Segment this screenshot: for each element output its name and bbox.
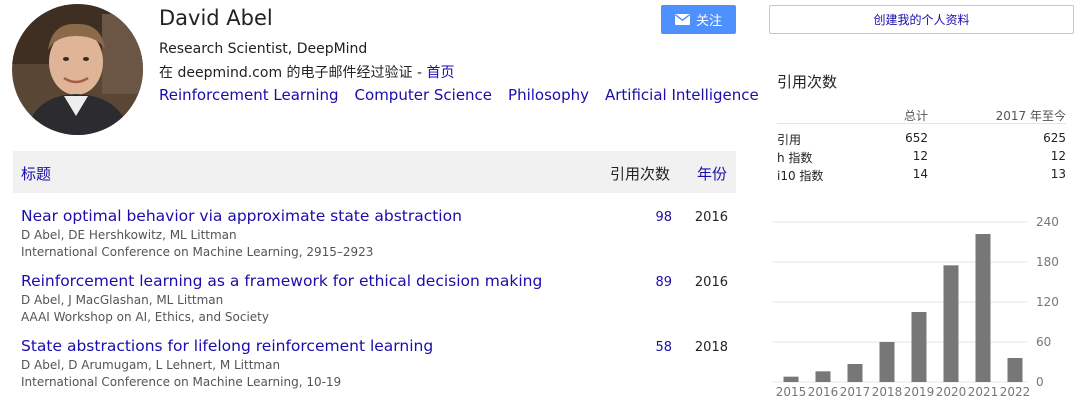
profile-affiliation: Research Scientist, DeepMind: [159, 41, 368, 57]
stats-since-value: 13: [1050, 167, 1066, 181]
table-row: Near optimal behavior via approximate st…: [21, 207, 736, 267]
follow-label: 关注: [695, 14, 722, 29]
stats-all-value: 14: [912, 167, 928, 181]
paper-year: 2016: [694, 275, 728, 290]
x-tick-label: 2019: [904, 385, 935, 399]
paper-authors: D Abel, J MacGlashan, ML Littman: [21, 293, 224, 307]
cited-by-column-header[interactable]: 引用次数: [610, 163, 670, 184]
x-tick-label: 2018: [872, 385, 903, 399]
chart-bar[interactable]: [911, 312, 927, 382]
x-tick-label: 2017: [840, 385, 871, 399]
x-tick-label: 2022: [1000, 385, 1031, 399]
chart-bar[interactable]: [815, 371, 831, 382]
email-verified-text: 在 deepmind.com 的电子邮件经过验证 -: [159, 65, 427, 81]
articles-table-header: 标题 引用次数 年份: [13, 151, 736, 193]
chart-bar[interactable]: [847, 364, 863, 382]
y-tick-label: 120: [1036, 295, 1059, 309]
research-interests: Reinforcement Learning Computer Science …: [159, 86, 759, 104]
chart-bar[interactable]: [1007, 358, 1023, 382]
profile-name: David Abel: [159, 6, 273, 30]
stats-label[interactable]: i10 指数: [777, 167, 823, 184]
paper-venue: International Conference on Machine Lear…: [21, 375, 342, 389]
interest-link[interactable]: Artificial Intelligence: [605, 86, 759, 104]
chart-bar[interactable]: [975, 234, 991, 382]
y-tick-label: 180: [1036, 255, 1059, 269]
paper-cited-count[interactable]: 98: [655, 210, 672, 225]
follow-button[interactable]: 关注: [661, 5, 736, 34]
y-tick-label: 0: [1036, 375, 1044, 389]
cited-by-title: 引用次数: [777, 73, 838, 91]
paper-venue: AAAI Workshop on AI, Ethics, and Society: [21, 310, 269, 324]
paper-cited-count[interactable]: 58: [655, 340, 672, 355]
chart-canvas: 0 60 120 180 240 2015 2016 2017 2018 2019 2020 2021…: [772, 215, 1059, 399]
stats-row-citations: 引用 652 625: [777, 128, 1066, 147]
sort-by-title[interactable]: 标题: [21, 163, 51, 184]
table-row: Reinforcement learning as a framework fo…: [21, 272, 736, 332]
paper-cited-count[interactable]: 89: [655, 275, 672, 290]
stats-header-row: 总计 2017 年至今: [777, 104, 1066, 124]
paper-title-link[interactable]: State abstractions for lifelong reinforc…: [21, 337, 433, 355]
chart-bar[interactable]: [943, 265, 959, 382]
stats-all-value: 652: [905, 131, 928, 145]
sort-by-year[interactable]: 年份: [697, 163, 727, 184]
paper-title-link[interactable]: Reinforcement learning as a framework fo…: [21, 272, 542, 290]
x-tick-label: 2015: [776, 385, 807, 399]
paper-authors: D Abel, DE Hershkowitz, ML Littman: [21, 228, 237, 242]
stats-col-all: 总计: [903, 109, 928, 123]
x-tick-label: 2020: [936, 385, 967, 399]
citations-per-year-chart: 0 60 120 180 240 2015 2016 2017 2018 2019 2020 2021…: [770, 208, 1080, 401]
y-tick-label: 60: [1036, 335, 1051, 349]
chart-bar[interactable]: [879, 342, 895, 382]
homepage-link[interactable]: 首页: [427, 65, 455, 81]
x-tick-label: 2021: [968, 385, 999, 399]
y-tick-label: 240: [1036, 215, 1059, 229]
paper-year: 2016: [694, 210, 728, 225]
stats-since-value: 12: [1050, 149, 1066, 163]
stats-since-value: 625: [1043, 131, 1066, 145]
stats-all-value: 12: [912, 149, 928, 163]
avatar: [12, 4, 143, 135]
citation-stats-table: 总计 2017 年至今 引用 652 625 h 指数 12 12 i10 指数…: [777, 104, 1066, 184]
create-profile-button[interactable]: 创建我的个人资料: [769, 5, 1074, 34]
interest-link[interactable]: Computer Science: [355, 86, 492, 104]
stats-col-since[interactable]: 2017 年至今: [996, 107, 1066, 124]
paper-title-link[interactable]: Near optimal behavior via approximate st…: [21, 207, 462, 225]
stats-row-h-index: h 指数 12 12: [777, 146, 1066, 165]
chart-bar[interactable]: [783, 376, 799, 382]
x-tick-label: 2016: [808, 385, 839, 399]
paper-year: 2018: [694, 340, 728, 355]
interest-link[interactable]: Reinforcement Learning: [159, 86, 339, 104]
mail-icon: [674, 14, 690, 25]
table-row: State abstractions for lifelong reinforc…: [21, 337, 736, 397]
paper-venue: International Conference on Machine Lear…: [21, 245, 374, 259]
profile-email-verification: 在 deepmind.com 的电子邮件经过验证 - 首页: [159, 62, 455, 82]
stats-row-i10-index: i10 指数 14 13: [777, 164, 1066, 184]
interest-link[interactable]: Philosophy: [508, 86, 589, 104]
paper-authors: D Abel, D Arumugam, L Lehnert, M Littman: [21, 358, 281, 372]
